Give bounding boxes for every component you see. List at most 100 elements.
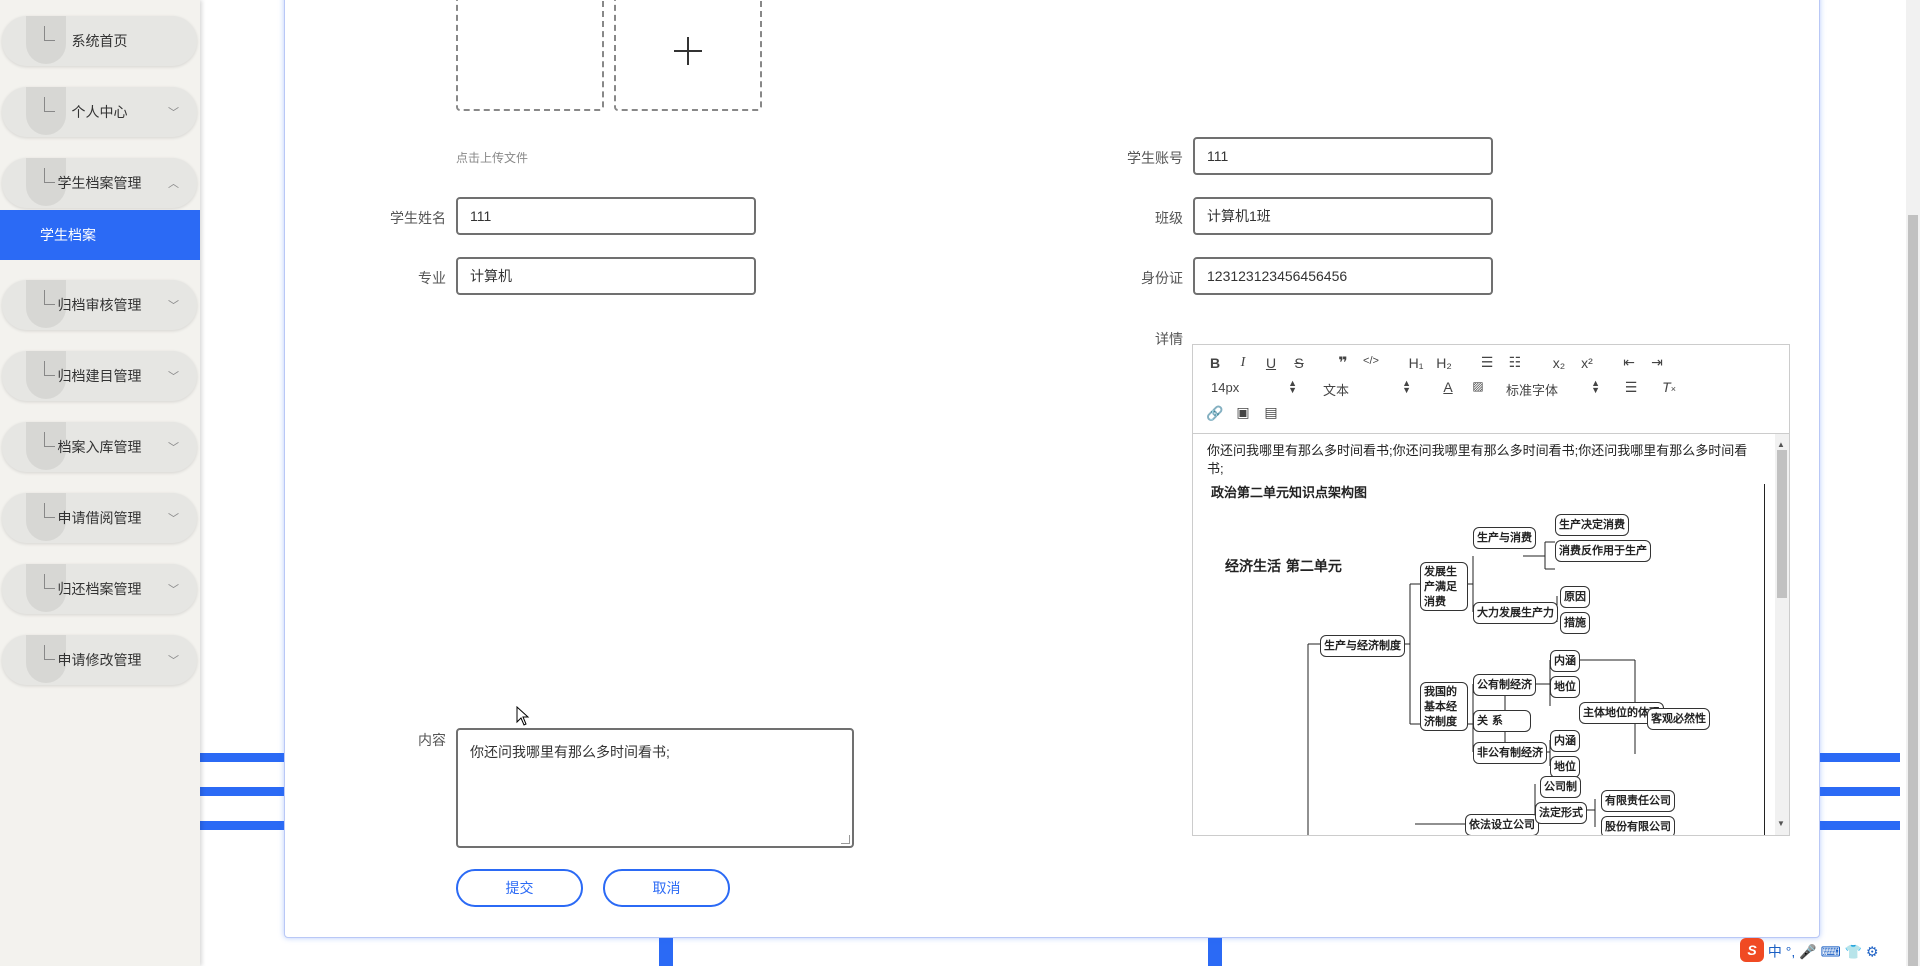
indent-icon[interactable]: ⇥	[1647, 354, 1667, 371]
blockquote-icon[interactable]: ❞	[1333, 353, 1353, 373]
mind-map-node: 内涵	[1550, 730, 1580, 752]
sidebar-item-archive-catalog[interactable]: 归档建目管理 ﹀	[2, 351, 197, 401]
editor-toolbar: B I U S ❞ </> H₁ H₂ ☰ ☷ x₂ x² ⇤ ⇥ 14px ▲…	[1193, 345, 1789, 434]
code-block-icon[interactable]: </>	[1361, 355, 1381, 367]
select-arrows-icon: ▲ ▼	[1402, 378, 1411, 395]
editor-scrollbar-thumb[interactable]	[1777, 450, 1787, 598]
ordered-list-icon[interactable]: ☰	[1477, 354, 1497, 371]
major-label: 专业	[418, 270, 446, 286]
sidebar-item-modify-request[interactable]: 申请修改管理 ﹀	[2, 635, 197, 685]
mind-map-node: 生产决定消费	[1555, 514, 1629, 536]
mind-map-node: 生产与经济制度	[1320, 635, 1405, 657]
mind-map-node: 大力发展生产力	[1473, 602, 1558, 624]
sidebar-item-archive-review[interactable]: 归档审核管理 ﹀	[2, 280, 197, 330]
mind-map-node: 法定形式	[1535, 802, 1587, 824]
ime-toolbar[interactable]: S 中 °, 🎤 ⌨ 👕 ⚙	[1740, 938, 1920, 964]
scroll-down-icon[interactable]: ▼	[1777, 815, 1785, 833]
content-textarea[interactable]: 你还问我哪里有那么多时间看书;	[456, 728, 854, 848]
sidebar-subitem-student-archive[interactable]: 学生档案	[0, 210, 200, 260]
sogou-icon: S	[1740, 938, 1764, 962]
editor-content[interactable]: 你还问我哪里有那么多时间看书;你还问我哪里有那么多时间看书;你还问我哪里有那么多…	[1193, 434, 1789, 835]
sidebar-item-profile[interactable]: 个人中心 ﹀	[2, 87, 197, 137]
image-icon[interactable]: ▣	[1233, 404, 1253, 421]
chevron-down-icon: ﹀	[168, 371, 179, 383]
content-text: 你还问我哪里有那么多时间看书;	[470, 744, 670, 760]
editor-text: 你还问我哪里有那么多时间看书;你还问我哪里有那么多时间看书;你还问我哪里有那么多…	[1207, 443, 1748, 476]
bullet-list-icon[interactable]: ☷	[1505, 354, 1525, 371]
account-label: 学生账号	[1127, 150, 1183, 166]
student-name-field[interactable]: 111	[456, 197, 756, 235]
mind-map-node: 发展生产满足消费	[1420, 562, 1468, 611]
mind-map-node: 公有制经济	[1473, 674, 1536, 696]
chevron-down-icon: ﹀	[168, 513, 179, 525]
font-family-select[interactable]: 标准字体 ▲ ▼	[1506, 378, 1600, 399]
header-value: 文本	[1323, 383, 1350, 398]
chevron-down-icon: ﹀	[168, 107, 179, 119]
align-icon[interactable]: ☰	[1621, 379, 1641, 396]
outdent-icon[interactable]: ⇤	[1619, 354, 1639, 371]
idcard-label: 身份证	[1141, 270, 1183, 286]
mind-map-node: 措施	[1560, 612, 1590, 634]
scrollbar-thumb[interactable]	[1908, 215, 1918, 966]
background-color-icon[interactable]: ▨	[1468, 379, 1488, 393]
bold-button[interactable]: B	[1205, 355, 1225, 371]
class-field[interactable]: 计算机1班	[1193, 197, 1493, 235]
video-icon[interactable]: ▤	[1261, 404, 1281, 421]
header-select[interactable]: 文本 ▲ ▼	[1323, 378, 1411, 399]
content-label: 内容	[418, 732, 446, 748]
mind-map-node: 消费反作用于生产	[1555, 540, 1651, 562]
header-2-button[interactable]: H₂	[1433, 355, 1455, 371]
sidebar-item-home[interactable]: 系统首页	[2, 16, 197, 66]
mind-map-node: 原因	[1560, 586, 1590, 608]
select-arrows-icon: ▲ ▼	[1591, 378, 1600, 395]
chevron-down-icon: ﹀	[168, 300, 179, 312]
chevron-down-icon: ﹀	[168, 442, 179, 454]
strike-button[interactable]: S	[1289, 355, 1309, 371]
account-field[interactable]: 111	[1193, 137, 1493, 175]
mind-map-node: 我国的基本经济制度	[1420, 682, 1468, 731]
page-scrollbar[interactable]	[1906, 0, 1920, 966]
submit-button[interactable]: 提交	[456, 869, 583, 907]
superscript-button[interactable]: x²	[1577, 355, 1597, 371]
major-field[interactable]: 计算机	[456, 257, 756, 295]
class-label: 班级	[1155, 210, 1183, 226]
cancel-button[interactable]: 取消	[603, 869, 730, 907]
mouse-cursor	[516, 706, 530, 726]
sidebar-item-archive-storage[interactable]: 档案入库管理 ﹀	[2, 422, 197, 472]
mind-map-node: 生产与消费	[1473, 527, 1536, 549]
italic-button[interactable]: I	[1233, 355, 1253, 371]
upload-button[interactable]	[614, 0, 762, 111]
mind-map-node: 非公有制经济	[1473, 742, 1547, 764]
uploaded-image-thumbnail[interactable]	[456, 0, 604, 111]
font-size-value: 14px	[1211, 380, 1240, 395]
resize-handle[interactable]	[841, 835, 850, 844]
subscript-button[interactable]: x₂	[1549, 355, 1569, 371]
sidebar-item-student-archive[interactable]: 学生档案管理 ︿	[2, 158, 197, 208]
underline-button[interactable]: U	[1261, 355, 1281, 371]
idcard-field[interactable]: 123123123456456456	[1193, 257, 1493, 295]
select-arrows-icon: ▲ ▼	[1288, 378, 1297, 395]
mind-map-title: 政治第二单元知识点架构图	[1211, 485, 1368, 500]
mind-map-node: 内涵	[1550, 650, 1580, 672]
font-size-select[interactable]: 14px ▲ ▼	[1211, 378, 1297, 396]
mind-map-node: 地位	[1550, 676, 1580, 698]
mind-map-node: 公司制	[1540, 776, 1581, 798]
sidebar: 系统首页 个人中心 ﹀ 学生档案管理 ︿ 学生档案 归档审核管理 ﹀ 归档建目管…	[0, 0, 200, 966]
rich-text-editor: B I U S ❞ </> H₁ H₂ ☰ ☷ x₂ x² ⇤ ⇥ 14px ▲…	[1192, 344, 1790, 836]
header-1-button[interactable]: H₁	[1405, 355, 1427, 371]
plus-icon	[674, 37, 702, 65]
upload-hint: 点击上传文件	[456, 151, 529, 165]
detail-label: 详情	[1155, 331, 1183, 347]
mind-map-image: 政治第二单元知识点架构图 经济生活 第二单元 生产与经济制度 发展生产满足消费 …	[1205, 484, 1765, 835]
mind-map-heading: 经济生活 第二单元	[1225, 559, 1342, 575]
link-icon[interactable]: 🔗	[1205, 405, 1225, 422]
editor-scrollbar[interactable]: ▲ ▼	[1775, 434, 1789, 835]
sidebar-item-borrow-request[interactable]: 申请借阅管理 ﹀	[2, 493, 197, 543]
mind-map-node: 地位	[1550, 756, 1580, 778]
clear-format-icon[interactable]: T×	[1659, 379, 1679, 395]
mind-map-node: 关 系	[1473, 710, 1531, 732]
student-name-label: 学生姓名	[390, 210, 446, 226]
font-color-icon[interactable]: A	[1438, 379, 1458, 395]
sidebar-item-archive-return[interactable]: 归还档案管理 ﹀	[2, 564, 197, 614]
chevron-up-icon: ︿	[168, 178, 179, 190]
